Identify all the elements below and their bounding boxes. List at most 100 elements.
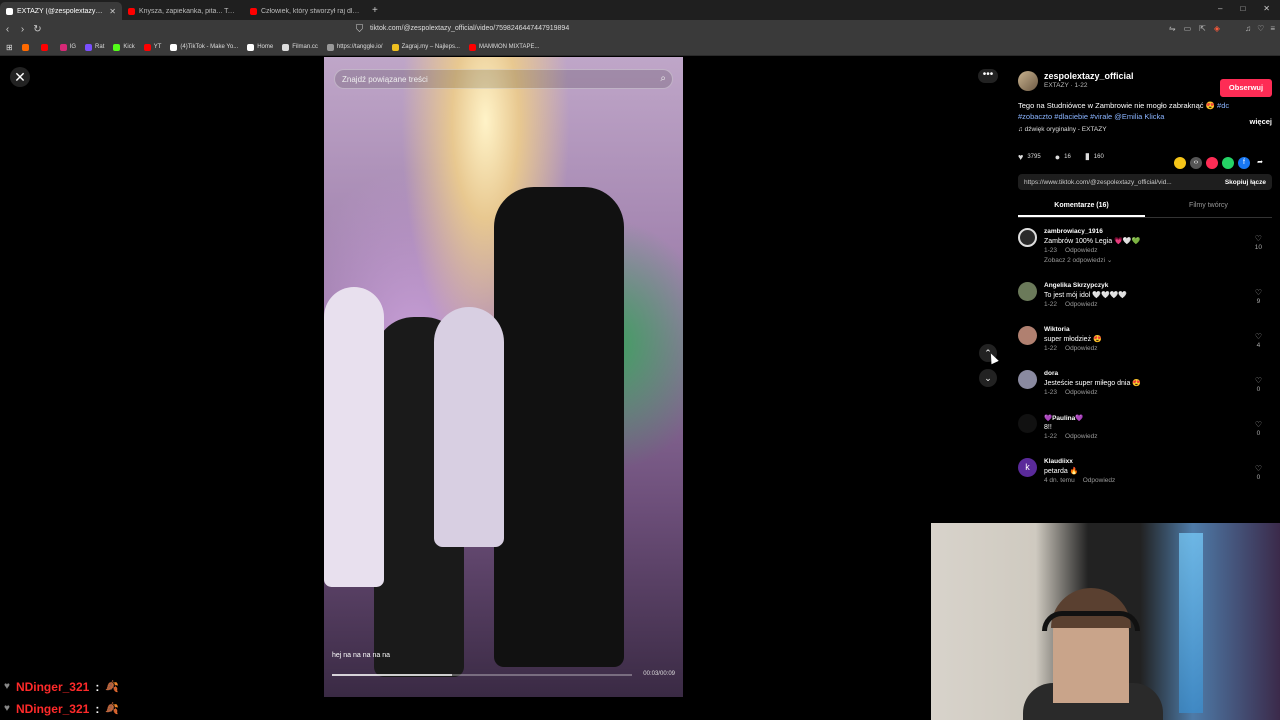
browser-tab-3[interactable]: Człowiek, który stworzył raj dla PDF bbox=[244, 2, 366, 20]
window-controls: – □ ✕ bbox=[1208, 0, 1280, 17]
share-arrow-icon[interactable]: ➦ bbox=[1254, 157, 1266, 169]
bookmark-item[interactable] bbox=[21, 43, 32, 51]
reply-button[interactable]: Odpowiedz bbox=[1065, 345, 1098, 352]
avatar[interactable]: k bbox=[1018, 458, 1037, 477]
reply-button[interactable]: Odpowiedz bbox=[1065, 433, 1098, 440]
comment-author[interactable]: dora bbox=[1044, 370, 1141, 377]
bookmark-tiktok[interactable]: (4)TikTok - Make Yo... bbox=[170, 43, 238, 51]
comment-button[interactable]: ● 16 bbox=[1055, 152, 1071, 162]
youtube-icon bbox=[468, 43, 476, 51]
avatar[interactable] bbox=[1018, 326, 1037, 345]
share-icon[interactable]: ⇱ bbox=[1199, 24, 1206, 33]
avatar[interactable] bbox=[1018, 370, 1037, 389]
avatar[interactable] bbox=[1018, 228, 1037, 247]
comment-item: zambrowiacy_1916 Zambrów 100% Legia 💗🤍💚 … bbox=[1018, 228, 1272, 272]
facebook-icon[interactable]: f bbox=[1238, 157, 1250, 169]
minimize-button[interactable]: – bbox=[1218, 4, 1222, 13]
bookmark-filman[interactable]: Filman.cc bbox=[282, 43, 318, 51]
reply-button[interactable]: Odpowiedz bbox=[1065, 247, 1098, 254]
comment-author[interactable]: Angelika Skrzypczyk bbox=[1044, 282, 1127, 289]
bookmark-favicon-icon bbox=[85, 43, 93, 51]
music-icon[interactable]: ♫ bbox=[1245, 24, 1251, 33]
more-link[interactable]: więcej bbox=[1249, 117, 1272, 126]
embed-icon[interactable]: ‹› bbox=[1190, 157, 1202, 169]
comment-author[interactable]: 💜Paulina💜 bbox=[1044, 414, 1098, 422]
author-name[interactable]: zespolextazy_official bbox=[1044, 71, 1134, 81]
emoji-share-icon[interactable] bbox=[1174, 157, 1186, 169]
comment-meta: 1-23 Odpowiedz bbox=[1044, 389, 1098, 396]
comment-author[interactable]: zambrowiacy_1916 bbox=[1044, 228, 1140, 235]
bookmark-item[interactable] bbox=[40, 43, 51, 51]
screen-icon[interactable]: ▭ bbox=[1184, 24, 1192, 33]
copy-link-button[interactable]: Skopiuj łącze bbox=[1225, 179, 1266, 186]
tab-comments[interactable]: Komentarze (16) bbox=[1018, 198, 1145, 217]
repost-icon[interactable] bbox=[1206, 157, 1218, 169]
save-button[interactable]: ▮ 160 bbox=[1085, 151, 1104, 162]
avatar[interactable] bbox=[1018, 282, 1037, 301]
badge-icon: ♥ bbox=[4, 681, 10, 692]
menu-icon[interactable]: ≡ bbox=[1270, 24, 1275, 33]
comment-like-button[interactable]: ♡ 10 bbox=[1255, 234, 1262, 251]
forward-icon[interactable]: › bbox=[15, 24, 30, 35]
follow-button[interactable]: Obserwuj bbox=[1220, 79, 1272, 97]
video-time: 00:03/00:09 bbox=[643, 671, 675, 677]
bookmark-kick[interactable]: Kick bbox=[113, 43, 135, 51]
headphones bbox=[1042, 611, 1140, 631]
close-window-button[interactable]: ✕ bbox=[1263, 4, 1270, 13]
shield-icon[interactable]: ◈ bbox=[1214, 24, 1220, 33]
search-icon[interactable]: ⌕ bbox=[660, 73, 666, 84]
comment-like-button[interactable]: ♡ 0 bbox=[1255, 464, 1262, 481]
browser-tab-1[interactable]: EXTAZY (@zespolextazy_offic ✕ bbox=[0, 2, 122, 20]
extensions: ♫ ♡ ≡ bbox=[1245, 24, 1275, 33]
more-options-button[interactable]: ••• bbox=[978, 69, 998, 83]
video-link: https://www.tiktok.com/@zespolextazy_off… bbox=[1024, 178, 1172, 186]
translate-icon[interactable]: ⇋ bbox=[1169, 24, 1176, 33]
sound-link[interactable]: ♫ dźwięk oryginalny - EXTAZY bbox=[1018, 126, 1272, 133]
bookmark-icon[interactable]: ⛉ bbox=[352, 24, 367, 35]
apps-icon[interactable]: ⊞ bbox=[6, 43, 13, 52]
close-video-button[interactable]: ✕ bbox=[10, 67, 30, 87]
bookmark-home[interactable]: Home bbox=[247, 43, 273, 51]
new-tab-button[interactable]: + bbox=[366, 5, 384, 16]
video-progress-bar[interactable] bbox=[332, 674, 632, 676]
tab-creator-videos[interactable]: Filmy twórcy bbox=[1145, 198, 1272, 217]
heart-icon[interactable]: ♡ bbox=[1257, 24, 1264, 33]
browser-tab-2[interactable]: Knysza, zapiekanka, pita... Tak jadła bbox=[122, 2, 244, 20]
comment-like-button[interactable]: ♡ 9 bbox=[1255, 288, 1262, 305]
video-figure bbox=[434, 307, 504, 547]
share-icons: ‹› f ➦ bbox=[1174, 157, 1266, 169]
bookmark-mammon[interactable]: MAMMON MIXTAPE... bbox=[468, 43, 540, 51]
chat-emote: 🍂 bbox=[105, 681, 120, 693]
tab-strip: EXTAZY (@zespolextazy_offic ✕ Knysza, za… bbox=[0, 0, 1280, 20]
comment-author[interactable]: Klaudiixx bbox=[1044, 458, 1115, 465]
whatsapp-icon[interactable] bbox=[1222, 157, 1234, 169]
video-player[interactable]: Znajdź powiązane treści ⌕ hej na na na n… bbox=[324, 57, 683, 697]
comment-author[interactable]: Wiktoria bbox=[1044, 326, 1102, 333]
search-placeholder: Znajdź powiązane treści bbox=[342, 75, 428, 84]
avatar[interactable] bbox=[1018, 71, 1038, 91]
reload-icon[interactable]: ↻ bbox=[30, 24, 45, 35]
bookmark-rat[interactable]: Rat bbox=[85, 43, 104, 51]
url-field[interactable]: tiktok.com/@zespolextazy_official/video/… bbox=[370, 25, 569, 32]
related-search-input[interactable]: Znajdź powiązane treści ⌕ bbox=[334, 69, 673, 89]
comment-icon: ● bbox=[1054, 151, 1061, 162]
reply-button[interactable]: Odpowiedz bbox=[1083, 477, 1116, 484]
bookmark-yt[interactable]: YT bbox=[143, 43, 161, 51]
maximize-button[interactable]: □ bbox=[1240, 4, 1245, 13]
next-video-button[interactable]: ⌄ bbox=[979, 369, 997, 387]
bookmark-tanggle[interactable]: https://tanggle.io/ bbox=[326, 43, 383, 51]
bookmark-favicon-icon bbox=[21, 43, 29, 51]
reply-button[interactable]: Odpowiedz bbox=[1065, 389, 1098, 396]
comment-like-button[interactable]: ♡ 0 bbox=[1255, 376, 1262, 393]
like-button[interactable]: ♥ 3795 bbox=[1018, 152, 1041, 162]
comment-meta: 4 dn. temu Odpowiedz bbox=[1044, 477, 1116, 484]
comment-like-button[interactable]: ♡ 4 bbox=[1255, 332, 1262, 349]
comment-like-button[interactable]: ♡ 0 bbox=[1255, 420, 1262, 437]
back-icon[interactable]: ‹ bbox=[0, 24, 15, 35]
tab-title: Knysza, zapiekanka, pita... Tak jadła bbox=[139, 7, 238, 15]
avatar[interactable] bbox=[1018, 414, 1037, 433]
bookmark-zagraj[interactable]: Zagraj.my – Najleps... bbox=[391, 43, 460, 51]
bookmark-ig[interactable]: IG bbox=[59, 43, 76, 51]
reply-button[interactable]: Odpowiedz bbox=[1065, 301, 1098, 308]
close-tab-icon[interactable]: ✕ bbox=[109, 7, 116, 16]
